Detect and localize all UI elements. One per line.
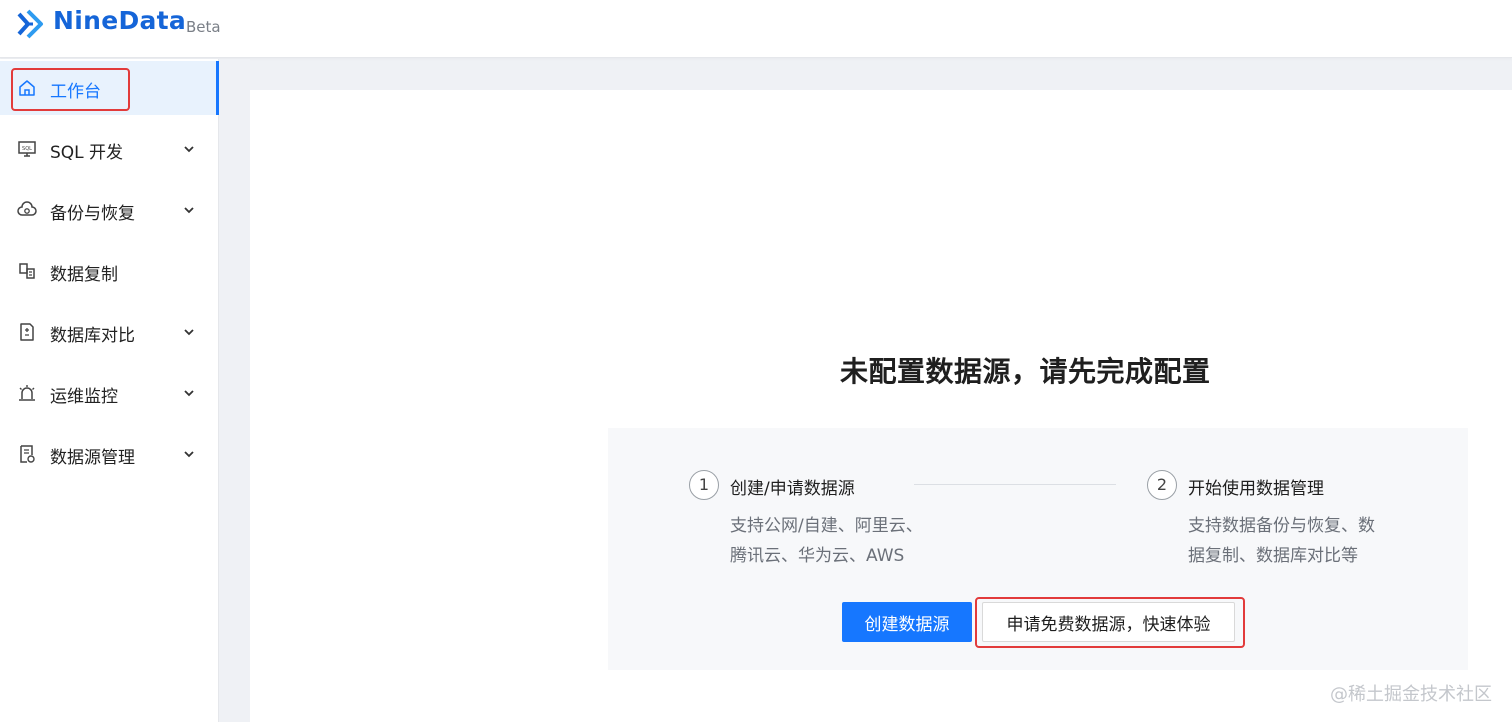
empty-state-title: 未配置数据源，请先完成配置 — [840, 355, 1211, 388]
datasource-icon — [20, 445, 35, 463]
ninedata-logo-icon[interactable] — [16, 8, 46, 40]
step-desc-1: 支持公网/自建、阿里云、 腾讯云、华为云、AWS — [730, 511, 923, 571]
step-desc-line: 支持数据备份与恢复、数 — [1188, 516, 1375, 536]
chevron-down-icon — [184, 390, 194, 397]
sidebar-item-db-compare[interactable]: 数据库对比 — [0, 305, 219, 359]
beta-badge: Beta — [186, 18, 221, 36]
compare-doc-icon — [20, 323, 34, 341]
annotation-highlight-free-datasource — [975, 597, 1245, 648]
cloud-backup-icon — [17, 201, 37, 216]
sidebar-item-sql-dev[interactable]: SQL SQL 开发 — [0, 122, 219, 176]
sidebar-item-label: 数据复制 — [50, 265, 118, 285]
data-copy-icon — [19, 263, 35, 279]
svg-text:SQL: SQL — [22, 146, 32, 152]
step-number-2: 2 — [1147, 470, 1177, 500]
chevron-down-icon — [184, 329, 194, 336]
sidebar-item-datasource-manage[interactable]: 数据源管理 — [0, 427, 219, 481]
chevron-down-icon — [184, 207, 194, 214]
watermark: @稀土掘金技术社区 — [1330, 684, 1492, 705]
sql-monitor-icon: SQL — [18, 141, 36, 157]
sidebar-item-backup-restore[interactable]: 备份与恢复 — [0, 183, 219, 237]
step-title-1: 创建/申请数据源 — [730, 479, 855, 499]
step-desc-line: 腾讯云、华为云、AWS — [730, 546, 905, 566]
sidebar-item-data-replication[interactable]: 数据复制 — [0, 244, 219, 298]
alarm-icon — [19, 385, 35, 401]
sidebar-item-label: 运维监控 — [50, 387, 118, 407]
step-desc-line: 据复制、数据库对比等 — [1188, 546, 1358, 566]
brand-name[interactable]: NineData — [53, 6, 186, 35]
top-header: NineData Beta — [0, 0, 1512, 58]
chevron-down-icon — [184, 451, 194, 458]
sidebar-item-ops-monitor[interactable]: 运维监控 — [0, 366, 219, 420]
annotation-highlight-workbench — [11, 68, 130, 111]
sidebar-item-label: SQL 开发 — [50, 143, 124, 163]
sidebar-item-label: 数据库对比 — [50, 326, 135, 346]
sidebar: 工作台 SQL SQL 开发 备份与恢复 数据复制 数据库对比 运维监控 数据源… — [0, 59, 219, 722]
chevron-down-icon — [184, 146, 194, 153]
content-gutter — [219, 59, 250, 722]
step-desc-2: 支持数据备份与恢复、数 据复制、数据库对比等 — [1188, 511, 1375, 571]
sidebar-item-label: 数据源管理 — [50, 448, 135, 468]
sidebar-item-label: 备份与恢复 — [50, 204, 135, 224]
step-number-1: 1 — [689, 470, 719, 500]
step-divider — [914, 484, 1116, 485]
create-datasource-button[interactable]: 创建数据源 — [842, 602, 972, 642]
step-title-2: 开始使用数据管理 — [1188, 479, 1324, 499]
step-desc-line: 支持公网/自建、阿里云、 — [730, 516, 923, 536]
